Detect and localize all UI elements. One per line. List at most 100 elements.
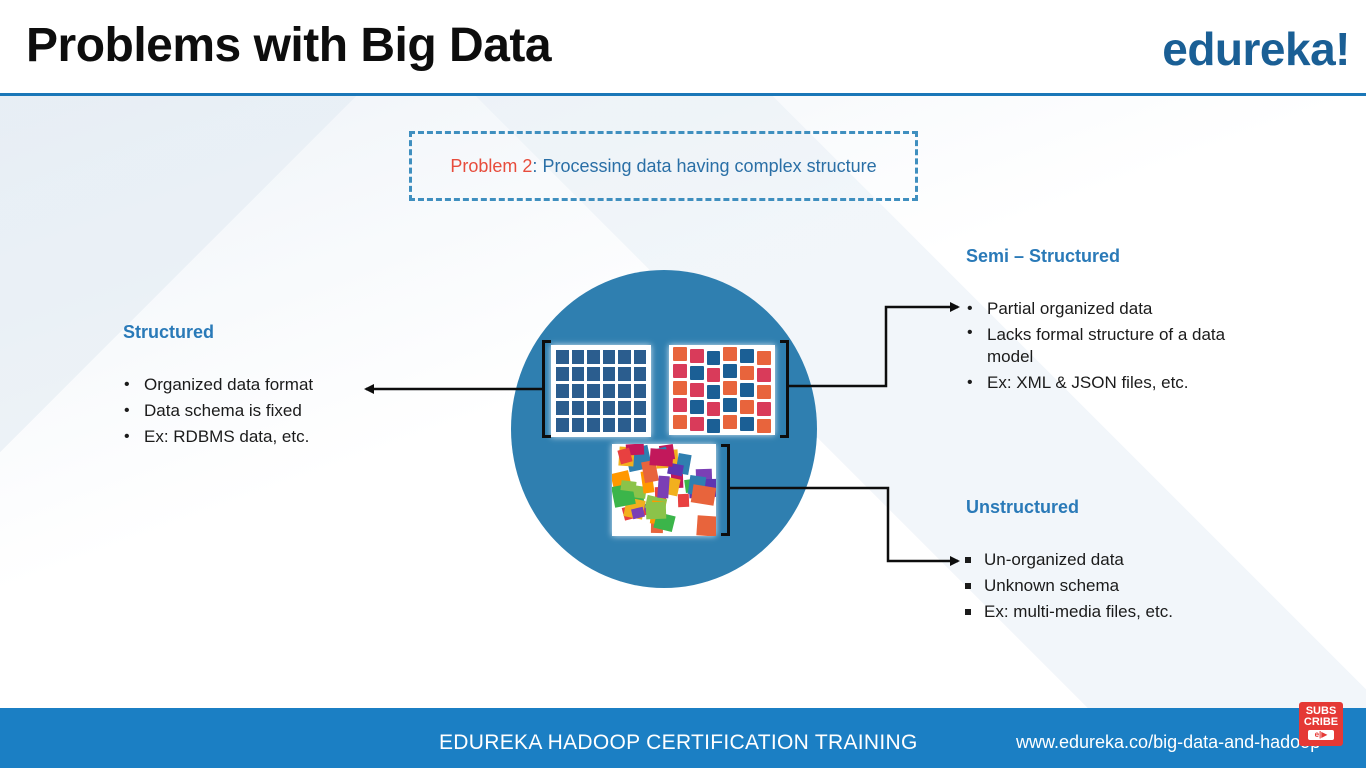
grid-cell	[587, 418, 600, 432]
grid-cell	[602, 384, 615, 398]
list-item: Unknown schema	[962, 573, 1262, 599]
grid-cell	[556, 384, 569, 398]
grid-cell	[757, 419, 771, 433]
structured-title: Structured	[123, 322, 215, 342]
grid-cell	[633, 401, 646, 415]
play-icon: e|▶	[1308, 730, 1334, 740]
list-item: Un-organized data	[962, 547, 1262, 573]
random-block	[620, 480, 637, 492]
grid-cell	[706, 385, 721, 399]
grid-cell	[740, 383, 755, 397]
edureka-logo: edureka!	[1162, 23, 1350, 75]
grid-cell	[706, 368, 721, 382]
random-block	[677, 493, 690, 508]
semi-structured-list: Partial organized data Lacks formal stru…	[965, 296, 1275, 396]
list-item: Ex: XML & JSON files, etc.	[965, 370, 1275, 396]
bracket-left-top	[542, 340, 551, 438]
unstructured-list: Un-organized data Unknown schema Ex: mul…	[962, 547, 1262, 625]
grid-cell	[587, 350, 600, 364]
grid-cell	[673, 347, 687, 361]
random-block	[631, 506, 645, 520]
semi-structured-data-icon	[669, 345, 775, 435]
grid-cell	[571, 367, 584, 381]
footer-title: EDUREKA HADOOP CERTIFICATION TRAINING	[439, 731, 918, 754]
grid-cell	[723, 398, 738, 412]
grid-cell	[556, 401, 569, 415]
grid-cell	[689, 400, 704, 414]
slide-header: Problems with Big Data edureka!	[0, 0, 1366, 96]
grid-cell	[571, 418, 584, 432]
random-block	[657, 475, 670, 499]
grid-cell	[587, 367, 600, 381]
grid-cell	[633, 350, 646, 364]
grid-cell	[757, 385, 771, 399]
subscribe-button[interactable]: SUBS CRIBE e|▶	[1299, 702, 1343, 746]
grid-cell	[689, 417, 704, 431]
grid-cell	[618, 350, 631, 364]
grid-cell	[706, 419, 721, 433]
bracket-right-bottom	[721, 444, 730, 536]
grid-cell	[706, 351, 721, 365]
grid-cell	[740, 349, 755, 363]
slide-footer: EDUREKA HADOOP CERTIFICATION TRAINING ww…	[0, 708, 1366, 768]
problem-label: Problem 2	[450, 155, 533, 176]
random-block	[696, 515, 716, 536]
arrow-to-semi-structured	[789, 302, 960, 388]
grid-cell	[673, 398, 687, 412]
grid-cell	[689, 366, 704, 380]
grid-cell	[587, 384, 600, 398]
list-item: Ex: RDBMS data, etc.	[122, 424, 382, 450]
bracket-right-top	[780, 340, 789, 438]
list-item: Data schema is fixed	[122, 398, 382, 424]
grid-cell	[571, 350, 584, 364]
grid-cell	[740, 417, 755, 431]
random-block	[645, 501, 667, 520]
footer-url-link[interactable]: www.edureka.co/big-data-and-hadoop	[1016, 732, 1320, 753]
random-block	[690, 484, 716, 506]
grid-cell	[633, 418, 646, 432]
problem-box: Problem 2 : Processing data having compl…	[409, 131, 918, 201]
grid-cell	[556, 418, 569, 432]
grid-cell	[602, 418, 615, 432]
random-block	[649, 448, 674, 467]
grid-cell	[689, 383, 704, 397]
slide-title: Problems with Big Data	[26, 19, 552, 72]
grid-cell	[723, 364, 738, 378]
grid-cell	[723, 347, 738, 361]
grid-cell	[618, 418, 631, 432]
list-item: Partial organized data	[965, 296, 1275, 322]
grid-cell	[602, 367, 615, 381]
grid-cell	[633, 384, 646, 398]
grid-cell	[556, 367, 569, 381]
grid-cell	[706, 402, 721, 416]
grid-cell	[602, 401, 615, 415]
grid-cell	[618, 367, 631, 381]
grid-cell	[723, 415, 738, 429]
grid-cell	[556, 350, 569, 364]
unstructured-title: Unstructured	[966, 497, 1080, 517]
unstructured-data-icon	[612, 444, 716, 536]
semi-structured-title: Semi – Structured	[966, 246, 1121, 266]
list-item: Ex: multi-media files, etc.	[962, 599, 1262, 625]
grid-cell	[740, 366, 755, 380]
grid-cell	[673, 381, 687, 395]
grid-cell	[602, 350, 615, 364]
grid-cell	[618, 384, 631, 398]
grid-cell	[757, 402, 771, 416]
problem-text: Processing data having complex structure	[537, 155, 877, 176]
grid-cell	[757, 351, 771, 365]
grid-cell	[633, 367, 646, 381]
list-item: Lacks formal structure of a data model	[965, 322, 1275, 370]
grid-cell	[689, 349, 704, 363]
grid-cell	[757, 368, 771, 382]
structured-data-icon	[551, 345, 651, 437]
grid-cell	[673, 415, 687, 429]
grid-cell	[723, 381, 738, 395]
list-item: Organized data format	[122, 372, 382, 398]
subscribe-line-2: CRIBE	[1303, 716, 1339, 728]
grid-cell	[571, 401, 584, 415]
grid-cell	[571, 384, 584, 398]
grid-cell	[618, 401, 631, 415]
grid-cell	[740, 400, 755, 414]
grid-cell	[587, 401, 600, 415]
